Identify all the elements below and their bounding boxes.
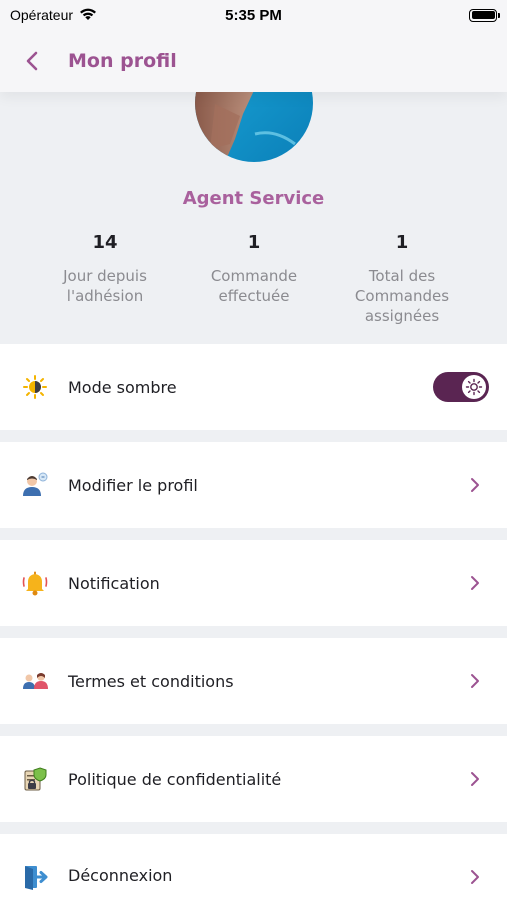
user-edit-icon xyxy=(20,470,50,500)
menu-item-label: Modifier le profil xyxy=(68,475,198,495)
profile-section: Agent Service 14 Jour depuis l'adhésion … xyxy=(0,92,507,344)
stat-value: 14 xyxy=(92,232,118,253)
dark-mode-row: Mode sombre xyxy=(0,344,507,430)
chevron-right-icon xyxy=(463,473,487,497)
back-button[interactable] xyxy=(14,43,50,79)
carrier-label: Opérateur xyxy=(10,7,74,23)
menu-item-label: Déconnexion xyxy=(68,866,173,885)
menu-item-label: Notification xyxy=(68,573,160,593)
menu-item-privacy-policy[interactable]: Politique de confidentialité xyxy=(0,736,507,822)
nav-header: Mon profil xyxy=(0,30,507,92)
battery-icon xyxy=(469,8,500,22)
stat-orders: 1 Commande effectuée xyxy=(179,232,329,306)
chevron-right-icon xyxy=(463,865,487,889)
dark-mode-toggle[interactable] xyxy=(433,372,489,402)
stat-label: Commande effectuée xyxy=(210,267,298,305)
bell-icon xyxy=(20,568,50,598)
menu-item-terms[interactable]: Termes et conditions xyxy=(0,638,507,724)
people-icon xyxy=(20,666,50,696)
menu-item-notification[interactable]: Notification xyxy=(0,540,507,626)
wifi-icon xyxy=(79,7,97,24)
privacy-shield-icon xyxy=(20,764,50,794)
toggle-knob xyxy=(462,375,486,399)
status-bar: Opérateur 5:35 PM xyxy=(0,0,507,30)
menu-item-label: Politique de confidentialité xyxy=(68,769,282,789)
chevron-left-icon xyxy=(26,51,38,71)
sun-icon xyxy=(465,378,483,396)
dark-mode-label: Mode sombre xyxy=(68,377,177,397)
avatar[interactable] xyxy=(195,92,313,162)
profile-name: Agent Service xyxy=(182,188,325,209)
menu-item-logout[interactable]: Déconnexion xyxy=(0,834,507,900)
stat-label: Total des Commandes assignées xyxy=(354,267,450,325)
stat-assigned: 1 Total des Commandes assignées xyxy=(327,232,477,326)
stat-label: Jour depuis l'adhésion xyxy=(63,267,147,305)
chevron-right-icon xyxy=(463,767,487,791)
menu-item-edit-profile[interactable]: Modifier le profil xyxy=(0,442,507,528)
chevron-right-icon xyxy=(463,669,487,693)
chevron-right-icon xyxy=(463,571,487,595)
menu-item-label: Termes et conditions xyxy=(68,671,234,691)
stat-days: 14 Jour depuis l'adhésion xyxy=(30,232,180,306)
stat-value: 1 xyxy=(395,232,409,253)
sun-moon-icon xyxy=(20,372,50,402)
logout-door-icon xyxy=(20,862,50,892)
stat-value: 1 xyxy=(247,232,261,253)
page-title: Mon profil xyxy=(68,50,177,72)
